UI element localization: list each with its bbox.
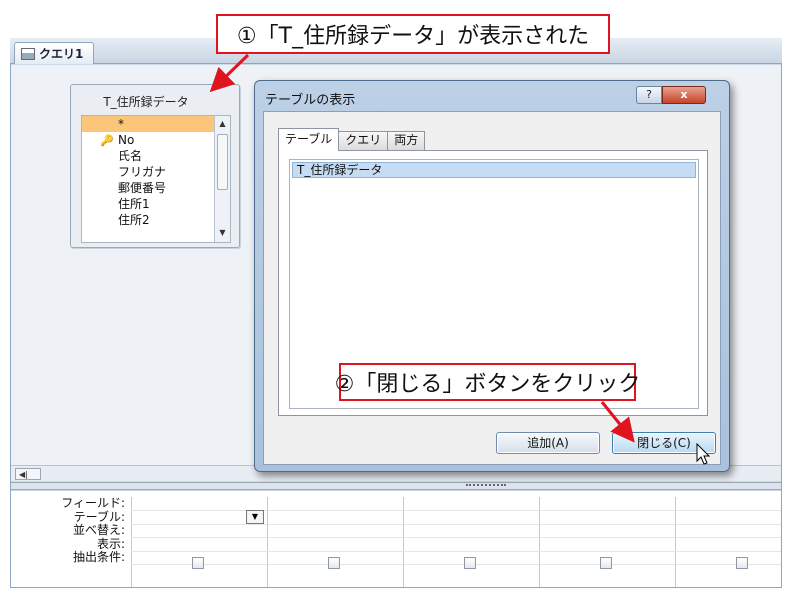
table-field-list-title: T_住所録データ	[103, 95, 189, 109]
grid-line	[131, 537, 781, 538]
pane-splitter[interactable]	[11, 482, 781, 490]
grid-line	[131, 564, 781, 565]
grid-row-label-sort: 並べ替え:	[72, 523, 125, 537]
tab-both[interactable]: 両方	[387, 131, 426, 150]
grid-row-label-field: フィールド:	[61, 496, 125, 510]
field-item[interactable]: *	[82, 116, 230, 132]
field-list-scrollbar[interactable]: ▲ ▼	[214, 116, 230, 242]
field-item[interactable]: 🔑 No	[82, 132, 230, 148]
close-icon[interactable]: x	[662, 86, 706, 104]
dialog-tabs: テーブル クエリ 両方	[278, 128, 426, 151]
splitter-grip[interactable]	[466, 484, 506, 488]
show-table-dialog[interactable]: テーブルの表示 ? x テーブル クエリ 両方 T_住所録データ 追加(A) 閉…	[254, 80, 730, 472]
show-checkbox[interactable]	[600, 557, 612, 569]
query-document-tab[interactable]: クエリ1	[14, 42, 94, 64]
dialog-title: テーブルの表示	[265, 93, 356, 108]
mouse-pointer-icon	[696, 443, 711, 465]
scroll-down-icon[interactable]: ▼	[217, 227, 228, 238]
dialog-body: テーブル クエリ 両方 T_住所録データ 追加(A) 閉じる(C)	[263, 111, 721, 465]
show-checkbox[interactable]	[328, 557, 340, 569]
show-checkbox[interactable]	[736, 557, 748, 569]
grid-line	[131, 510, 781, 511]
field-item[interactable]: 氏名	[82, 148, 230, 164]
scroll-left-icon[interactable]: ◀|	[15, 468, 41, 480]
grid-line	[131, 524, 781, 525]
query-design-grid: フィールド: テーブル: 並べ替え: 表示: 抽出条件:	[11, 491, 781, 587]
callout-click-close: ②「閉じる」ボタンをクリック	[335, 363, 640, 401]
scroll-up-icon[interactable]: ▲	[217, 118, 228, 129]
primary-key-icon: 🔑	[100, 134, 114, 147]
callout-table-shown: ①「T_住所録データ」が表示された	[216, 14, 610, 54]
field-item[interactable]: 住所2	[82, 212, 230, 228]
grid-line	[131, 551, 781, 552]
field-list[interactable]: * 🔑 No 氏名 フリガナ 郵便番号 住所1 住所2 ▲ ▼	[81, 115, 231, 243]
grid-columns[interactable]	[131, 497, 781, 587]
grid-row-labels: フィールド: テーブル: 並べ替え: 表示: 抽出条件:	[11, 496, 129, 565]
table-field-list[interactable]: T_住所録データ * 🔑 No 氏名 フリガナ 郵便番号 住所1 住所2 ▲ ▼	[70, 84, 240, 248]
show-checkbox[interactable]	[192, 557, 204, 569]
show-checkbox[interactable]	[464, 557, 476, 569]
field-dropdown-icon[interactable]: ▼	[246, 510, 264, 524]
field-item[interactable]: 郵便番号	[82, 180, 230, 196]
list-item[interactable]: T_住所録データ	[292, 162, 696, 178]
query-tab-label: クエリ1	[39, 47, 84, 61]
tab-tables[interactable]: テーブル	[278, 128, 340, 151]
grid-row-label-criteria: 抽出条件:	[72, 550, 125, 564]
field-item[interactable]: フリガナ	[82, 164, 230, 180]
help-icon[interactable]: ?	[636, 86, 662, 104]
query-icon	[21, 47, 35, 60]
add-button[interactable]: 追加(A)	[496, 432, 600, 454]
field-item[interactable]: 住所1	[82, 196, 230, 212]
tab-queries[interactable]: クエリ	[338, 131, 389, 150]
scroll-thumb[interactable]	[217, 134, 228, 190]
grid-row-label-show: 表示:	[96, 536, 125, 551]
grid-row-label-table: テーブル:	[73, 509, 125, 524]
